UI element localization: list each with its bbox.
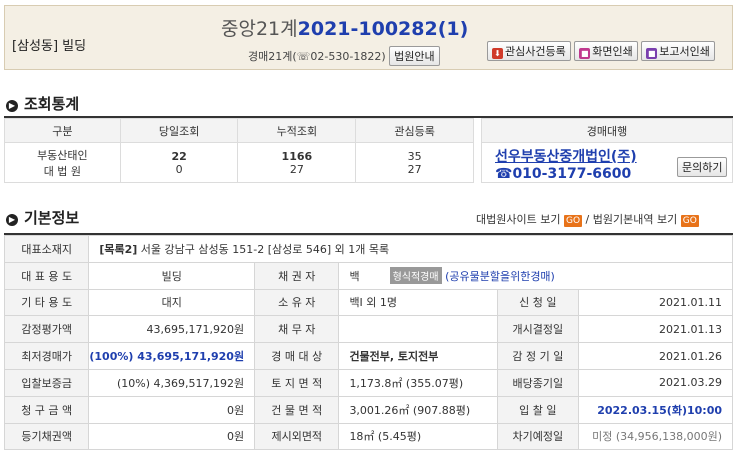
info-label: 입찰보증금	[3, 368, 90, 397]
info-label: 대 표 용 도	[3, 261, 90, 290]
next-date-value: 미정 (34,956,138,000원)	[577, 422, 734, 451]
case-number: 2021-100282(1)	[297, 18, 469, 40]
stats-col-total: 누적조회	[237, 118, 357, 143]
info-label: 차기예정일	[497, 422, 579, 451]
address-label: 대표소재지	[3, 235, 90, 263]
stats-interest: 35 27	[355, 142, 474, 183]
agent-info: 선우부동산중개법인(주) ☎010-3177-6600	[495, 149, 637, 183]
stats-col-interest: 관심등록	[355, 118, 474, 143]
info-label: 기 타 용 도	[3, 288, 90, 317]
arrow-bullet-icon: ▶	[6, 214, 18, 226]
info-label: 개시결정일	[497, 315, 579, 344]
info-value: 1,173.8㎡ (355.07평)	[338, 368, 499, 397]
info-value: 2021.01.26	[577, 342, 734, 370]
court-phone: 경매21계(☏02-530-1822)	[248, 50, 386, 63]
court-info-button[interactable]: 법원안내	[389, 46, 440, 66]
address-cell: [목록2] 서울 강남구 삼성동 151-2 [삼성로 546] 외 1개 목록	[88, 235, 733, 263]
info-value: (10%) 4,369,517,192원	[88, 368, 256, 397]
stats-col-category: 구분	[4, 118, 121, 143]
court-contact: 경매21계(☏02-530-1822) 법원안내	[248, 46, 440, 66]
print-report-button[interactable]: ■ 보고서인쇄	[641, 41, 715, 61]
auction-type-note: (공유물분할을위한경매)	[445, 270, 555, 284]
info-label: 감정평가액	[3, 315, 90, 344]
address-tag: [목록2]	[99, 242, 138, 256]
agent-name-link[interactable]: 선우부동산중개법인(주)	[495, 149, 637, 166]
header-actions: ⬇ 관심사건등록 ■ 화면인쇄 ■ 보고서인쇄	[487, 41, 715, 61]
info-value: 0원	[88, 422, 256, 451]
interest-register-button[interactable]: ⬇ 관심사건등록	[487, 41, 571, 61]
info-value	[338, 315, 499, 344]
arrow-bullet-icon: ▶	[6, 100, 18, 112]
report-icon: ■	[646, 48, 658, 59]
info-label: 채 무 자	[254, 315, 340, 344]
download-icon: ⬇	[492, 48, 503, 59]
inquiry-button[interactable]: 문의하기	[677, 157, 728, 177]
info-label: 건 물 면 적	[254, 395, 340, 424]
go-button[interactable]: GO	[563, 215, 583, 227]
info-label: 청 구 금 액	[3, 395, 90, 424]
info-value: 2021.01.13	[577, 315, 734, 344]
info-value: 0원	[88, 395, 256, 424]
info-label: 감 정 기 일	[497, 342, 579, 370]
go-button[interactable]: GO	[680, 215, 699, 227]
min-price-value: (100%) 43,695,171,920원	[88, 342, 256, 370]
stats-total: 1166 27	[237, 142, 357, 183]
info-label: 토 지 면 적	[254, 368, 340, 397]
info-label: 제시외면적	[254, 422, 340, 451]
basic-info-table: 대표소재지 [목록2] 서울 강남구 삼성동 151-2 [삼성로 546] 외…	[3, 235, 734, 451]
agent-phone: ☎010-3177-6600	[495, 166, 632, 182]
property-location: [삼성동] 빌딩	[12, 39, 87, 54]
bid-date-value: 2022.03.15(화)10:00	[577, 395, 734, 424]
court-detail-link[interactable]: 법원기본내역 보기	[593, 213, 677, 226]
court-site-link[interactable]: 대법원사이트 보기	[476, 213, 560, 226]
creditor-cell: 백 형식적경매 (공유물분할을위한경매)	[338, 261, 733, 290]
stats-col-today: 당일조회	[119, 118, 239, 143]
basic-section-title: ▶ 기본정보	[6, 207, 79, 228]
info-value: 빌딩	[88, 261, 256, 290]
info-value: 대지	[88, 288, 256, 317]
info-label: 입 찰 일	[497, 395, 579, 424]
info-label: 채 권 자	[254, 261, 340, 290]
info-label: 신 청 일	[497, 288, 579, 317]
info-label: 소 유 자	[254, 288, 340, 317]
info-value: 18㎡ (5.45평)	[338, 422, 499, 451]
agent-header: 경매대행	[481, 118, 733, 143]
basic-links: 대법원사이트 보기 GO / 법원기본내역 보기 GO	[476, 213, 699, 227]
auction-type-badge: 형식적경매	[389, 267, 442, 285]
info-value: 3,001.26㎡ (907.88평)	[338, 395, 499, 424]
print-screen-button[interactable]: ■ 화면인쇄	[574, 41, 638, 61]
info-label: 배당종기일	[497, 368, 579, 397]
court-name: 중앙21계	[221, 18, 298, 40]
address-value: 서울 강남구 삼성동 151-2 [삼성로 546] 외 1개 목록	[137, 242, 390, 256]
info-value: 43,695,171,920원	[88, 315, 256, 344]
info-label: 등기채권액	[3, 422, 90, 451]
info-value: 백I 외 1명	[338, 288, 499, 317]
info-value: 건물전부, 토지전부	[338, 342, 499, 370]
stats-table: 구분 당일조회 누적조회 관심등록 부동산태인 대 법 원 22 0 1166 27 …	[4, 118, 474, 183]
stats-row-labels: 부동산태인 대 법 원	[4, 142, 121, 183]
case-title: 중앙21계2021-100282(1)	[221, 14, 468, 41]
print-icon: ■	[579, 48, 591, 59]
info-value: 2021.01.11	[577, 288, 734, 317]
info-label: 경 매 대 상	[254, 342, 340, 370]
info-label: 최저경매가	[3, 342, 90, 370]
info-value: 2021.03.29	[577, 368, 734, 397]
stats-section-title: ▶ 조회통계	[6, 93, 79, 114]
stats-today: 22 0	[119, 142, 239, 183]
